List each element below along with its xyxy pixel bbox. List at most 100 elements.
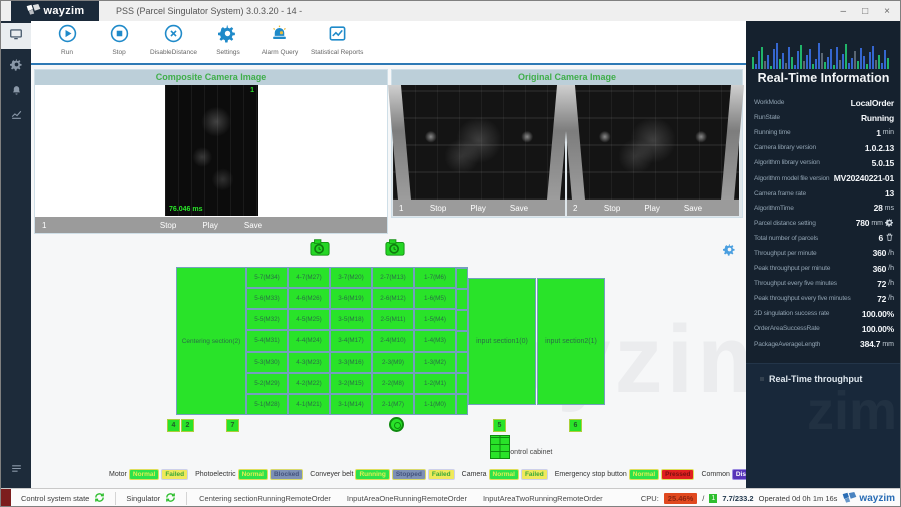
frame-time-overlay: 76.046 ms bbox=[169, 206, 202, 213]
grid-cell: 5-2(M29) bbox=[246, 373, 288, 394]
grid-cell: 3-5(M18) bbox=[330, 309, 372, 330]
cabinet-label: Main control cabinet bbox=[456, 449, 586, 456]
info-value: 28 bbox=[874, 203, 883, 213]
play-button[interactable]: Play bbox=[470, 204, 486, 213]
legend-group: Emergency stop buttonNormalPressed bbox=[555, 469, 695, 480]
toolbar-settings-button[interactable]: Settings bbox=[202, 24, 254, 56]
waveform-bar bbox=[869, 52, 871, 69]
refresh-icon[interactable] bbox=[94, 492, 105, 505]
info-row: Camera frame rate13 bbox=[754, 186, 894, 201]
control-system-state: Control system state bbox=[11, 489, 115, 507]
composite-camera-panel: Composite Camera Image 1 76.046 ms 1 Sto… bbox=[34, 69, 388, 234]
stop-button[interactable]: Stop bbox=[430, 204, 446, 213]
singulator-state: Singulator bbox=[116, 489, 186, 507]
waveform-bar bbox=[848, 63, 850, 69]
frame-index-overlay: 1 bbox=[250, 87, 254, 94]
composite-camera-view: 1 76.046 ms bbox=[35, 85, 387, 217]
sidebar-item-monitor[interactable] bbox=[1, 23, 31, 49]
toolbar-alarm-query-button[interactable]: Alarm Query bbox=[254, 24, 306, 56]
original-camera-panel: Original Camera Image 1 StopPlaySave 2 S… bbox=[391, 69, 743, 218]
waveform-bar bbox=[758, 51, 760, 69]
composite-camera-image: 1 76.046 ms bbox=[165, 85, 258, 216]
grid-cell: 5-6(M33) bbox=[246, 288, 288, 309]
toolbar-disable-distance-button[interactable]: DisableDistance bbox=[145, 24, 202, 56]
save-button[interactable]: Save bbox=[684, 204, 702, 213]
realtime-info-panel: Real-Time Information WorkModeLocalOrder… bbox=[746, 21, 901, 488]
grid-cell: 3-2(M15) bbox=[330, 373, 372, 394]
waveform-bar bbox=[752, 57, 754, 69]
waveform-bar bbox=[803, 61, 805, 69]
camera-position-icon-2[interactable] bbox=[384, 237, 406, 262]
status-message: InputAreaTwoRunningRemoteOrder bbox=[483, 494, 603, 503]
waveform-bar bbox=[830, 49, 832, 69]
waveform-bar bbox=[773, 49, 775, 69]
camera-position-icon-1[interactable] bbox=[309, 237, 331, 262]
info-value: 384.7 bbox=[860, 339, 880, 349]
toolbar-run-button[interactable]: Run bbox=[41, 24, 93, 56]
device-marker: 6 bbox=[569, 419, 582, 432]
diagram-settings-gear[interactable] bbox=[723, 243, 736, 261]
legend-group: Conveyer beltRunningStoppedFailed bbox=[310, 469, 454, 480]
stop-button[interactable]: Stop bbox=[160, 221, 176, 230]
sidebar-item-reports[interactable] bbox=[1, 105, 31, 129]
sidebar bbox=[1, 21, 31, 488]
device-marker: 7 bbox=[226, 419, 239, 432]
waveform-bar bbox=[851, 58, 853, 69]
device-marker: 5 bbox=[493, 419, 506, 432]
refresh-icon[interactable] bbox=[165, 492, 176, 505]
main-control-cabinet-icon bbox=[490, 435, 510, 459]
toolbar-button-label: Stop bbox=[98, 49, 140, 56]
info-label: Throughput per minute bbox=[754, 250, 817, 257]
toolbar-statistical-reports-button[interactable]: Statistical Reports bbox=[306, 24, 368, 56]
waveform-bar bbox=[782, 53, 784, 69]
grid-cell: 2-5(M11) bbox=[372, 309, 414, 330]
maximize-button[interactable]: □ bbox=[862, 6, 868, 17]
save-button[interactable]: Save bbox=[510, 204, 528, 213]
waveform-bar bbox=[824, 62, 826, 69]
info-value: 1.0.2.13 bbox=[865, 143, 894, 153]
alarm-query-icon bbox=[270, 30, 289, 47]
legend-chip: Pressed bbox=[661, 469, 694, 480]
bullet-icon bbox=[760, 377, 764, 381]
play-button[interactable]: Play bbox=[202, 221, 218, 230]
waveform-bar bbox=[836, 47, 838, 69]
legend-chip: Normal bbox=[129, 469, 159, 480]
info-label: Algorithm model file version bbox=[754, 175, 829, 182]
grid-cell: 2-3(M9) bbox=[372, 352, 414, 373]
minimize-button[interactable]: – bbox=[841, 6, 847, 17]
window-controls: – □ × bbox=[841, 1, 890, 21]
info-row: Throughput per minute360/h bbox=[754, 246, 894, 261]
grid-cell: 1-6(M5) bbox=[414, 288, 456, 309]
close-button[interactable]: × bbox=[884, 6, 890, 17]
statusbar-right: CPU: 25.46% / 1 7.7/233.2 Operated 0d 0h… bbox=[641, 489, 895, 507]
legend-label: Emergency stop button bbox=[555, 471, 627, 478]
toolbar-button-label: Settings bbox=[207, 49, 249, 56]
grid-cell: 4-3(M23) bbox=[288, 352, 330, 373]
footer-brand: wayzim bbox=[842, 491, 895, 507]
save-button[interactable]: Save bbox=[244, 221, 262, 230]
sidebar-item-alarm[interactable] bbox=[1, 81, 31, 105]
transfer-strip bbox=[456, 267, 468, 415]
info-label: PackageAverageLength bbox=[754, 341, 820, 348]
legend-chip: Blocked bbox=[270, 469, 303, 480]
sidebar-item-settings[interactable] bbox=[1, 55, 31, 79]
toolbar-stop-button[interactable]: Stop bbox=[93, 24, 145, 56]
legend-chip: Failed bbox=[428, 469, 455, 480]
info-value: 72 bbox=[877, 294, 886, 304]
footer-brand-name: wayzim bbox=[859, 493, 895, 504]
panel-watermark: zim bbox=[807, 380, 897, 442]
sidebar-item-log[interactable] bbox=[1, 459, 31, 483]
separator: / bbox=[702, 494, 704, 503]
stop-icon bbox=[110, 30, 129, 47]
device-marker: 4 bbox=[167, 419, 180, 432]
play-button[interactable]: Play bbox=[644, 204, 660, 213]
monitor-icon bbox=[9, 27, 23, 46]
grid-cell: 4-7(M27) bbox=[288, 267, 330, 288]
waveform-bar bbox=[794, 65, 796, 69]
camera-index: 2 bbox=[573, 204, 577, 213]
info-row: Total number of parcels6 bbox=[754, 231, 894, 246]
legend-chip: Normal bbox=[489, 469, 519, 480]
trash-icon[interactable] bbox=[885, 229, 894, 247]
cpu-usage-badge: 25.46% bbox=[664, 493, 697, 504]
stop-button[interactable]: Stop bbox=[604, 204, 620, 213]
